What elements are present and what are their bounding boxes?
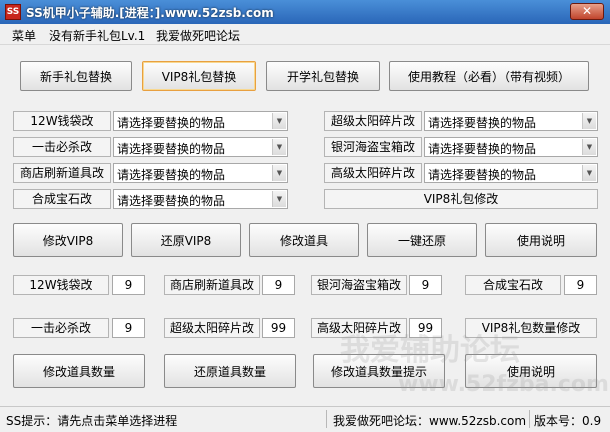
select-shop-refresh[interactable]: 请选择要替换的物品 ▼ (113, 163, 288, 183)
status-forum: 我爱做死吧论坛：www.52zsb.com (333, 414, 527, 428)
input-12w-bag-count[interactable]: 9 (112, 275, 145, 295)
chevron-down-icon[interactable]: ▼ (582, 113, 596, 129)
window-title: SS机甲小子辅助.[进程：].www.52zsb.com (26, 6, 274, 20)
usage-guide-button-bottom[interactable]: 使用说明 (465, 354, 597, 388)
select-value: 请选择要替换的物品 (428, 142, 537, 156)
app-icon: SS (5, 4, 21, 20)
label-one-hit-kill-count: 一击必杀改 (13, 318, 109, 338)
menu-item-forum[interactable]: 我爱做死吧论坛 (156, 27, 240, 44)
status-hint: SS提示：请先点击菜单选择进程 (6, 414, 178, 428)
input-galaxy-pirate-chest-count[interactable]: 9 (409, 275, 442, 295)
label-gem-synthesis: 合成宝石改 (13, 189, 111, 209)
chevron-down-icon[interactable]: ▼ (582, 139, 596, 155)
select-gem-synthesis[interactable]: 请选择要替换的物品 ▼ (113, 189, 288, 209)
label-shop-refresh: 商店刷新道具改 (13, 163, 111, 183)
label-advanced-sun-fragment-count: 高级太阳碎片改 (311, 318, 407, 338)
select-12w-bag[interactable]: 请选择要替换的物品 ▼ (113, 111, 288, 131)
label-galaxy-pirate-chest-count: 银河海盗宝箱改 (311, 275, 407, 295)
vip8-pack-replace-button[interactable]: VIP8礼包替换 (142, 61, 256, 91)
vip8-pack-modify-label: VIP8礼包修改 (324, 189, 598, 209)
title-bar[interactable]: SS SS机甲小子辅助.[进程：].www.52zsb.com ✕ (0, 0, 610, 24)
status-divider (529, 410, 530, 428)
select-galaxy-pirate-chest[interactable]: 请选择要替换的物品 ▼ (424, 137, 598, 157)
chevron-down-icon[interactable]: ▼ (272, 139, 286, 155)
modify-vip8-button[interactable]: 修改VIP8 (13, 223, 123, 257)
chevron-down-icon[interactable]: ▼ (272, 113, 286, 129)
label-gem-synthesis-count: 合成宝石改 (465, 275, 561, 295)
chevron-down-icon[interactable]: ▼ (272, 191, 286, 207)
status-divider (326, 410, 327, 428)
tutorial-button[interactable]: 使用教程（必看）（带有视频） (389, 61, 589, 91)
label-advanced-sun-fragment: 高级太阳碎片改 (324, 163, 422, 183)
newbie-pack-replace-button[interactable]: 新手礼包替换 (20, 61, 132, 91)
status-version: 版本号：0.9 (534, 414, 602, 428)
select-value: 请选择要替换的物品 (117, 168, 226, 182)
close-button[interactable]: ✕ (570, 3, 604, 20)
one-key-restore-button[interactable]: 一键还原 (367, 223, 477, 257)
select-value: 请选择要替换的物品 (117, 116, 226, 130)
menu-item-no-newbie-pack[interactable]: 没有新手礼包Lv.1 (49, 27, 145, 44)
label-12w-bag-count: 12W钱袋改 (13, 275, 109, 295)
select-value: 请选择要替换的物品 (428, 168, 537, 182)
select-super-sun-fragment[interactable]: 请选择要替换的物品 ▼ (424, 111, 598, 131)
select-one-hit-kill[interactable]: 请选择要替换的物品 ▼ (113, 137, 288, 157)
status-bar: SS提示：请先点击菜单选择进程 我爱做死吧论坛：www.52zsb.com 版本… (0, 406, 610, 432)
chevron-down-icon[interactable]: ▼ (272, 165, 286, 181)
label-shop-refresh-count: 商店刷新道具改 (164, 275, 260, 295)
input-super-sun-fragment-count[interactable]: 99 (262, 318, 295, 338)
chevron-down-icon[interactable]: ▼ (582, 165, 596, 181)
restore-vip8-button[interactable]: 还原VIP8 (131, 223, 241, 257)
input-advanced-sun-fragment-count[interactable]: 99 (409, 318, 442, 338)
select-value: 请选择要替换的物品 (117, 142, 226, 156)
select-advanced-sun-fragment[interactable]: 请选择要替换的物品 ▼ (424, 163, 598, 183)
input-one-hit-kill-count[interactable]: 9 (112, 318, 145, 338)
school-pack-replace-button[interactable]: 开学礼包替换 (266, 61, 380, 91)
select-value: 请选择要替换的物品 (117, 194, 226, 208)
modify-item-count-button[interactable]: 修改道具数量 (13, 354, 145, 388)
label-super-sun-fragment-count: 超级太阳碎片改 (164, 318, 260, 338)
label-super-sun-fragment: 超级太阳碎片改 (324, 111, 422, 131)
item-count-tip-button[interactable]: 修改道具数量提示 (313, 354, 445, 388)
vip8-pack-count-modify-label: VIP8礼包数量修改 (465, 318, 597, 338)
usage-guide-button[interactable]: 使用说明 (485, 223, 597, 257)
restore-item-count-button[interactable]: 还原道具数量 (164, 354, 296, 388)
label-galaxy-pirate-chest: 银河海盗宝箱改 (324, 137, 422, 157)
label-one-hit-kill: 一击必杀改 (13, 137, 111, 157)
input-shop-refresh-count[interactable]: 9 (262, 275, 295, 295)
label-12w-bag: 12W钱袋改 (13, 111, 111, 131)
menu-bar: 菜单 没有新手礼包Lv.1 我爱做死吧论坛 (0, 24, 610, 45)
modify-items-button[interactable]: 修改道具 (249, 223, 359, 257)
select-value: 请选择要替换的物品 (428, 116, 537, 130)
input-gem-synthesis-count[interactable]: 9 (564, 275, 597, 295)
menu-item-main[interactable]: 菜单 (12, 27, 36, 44)
